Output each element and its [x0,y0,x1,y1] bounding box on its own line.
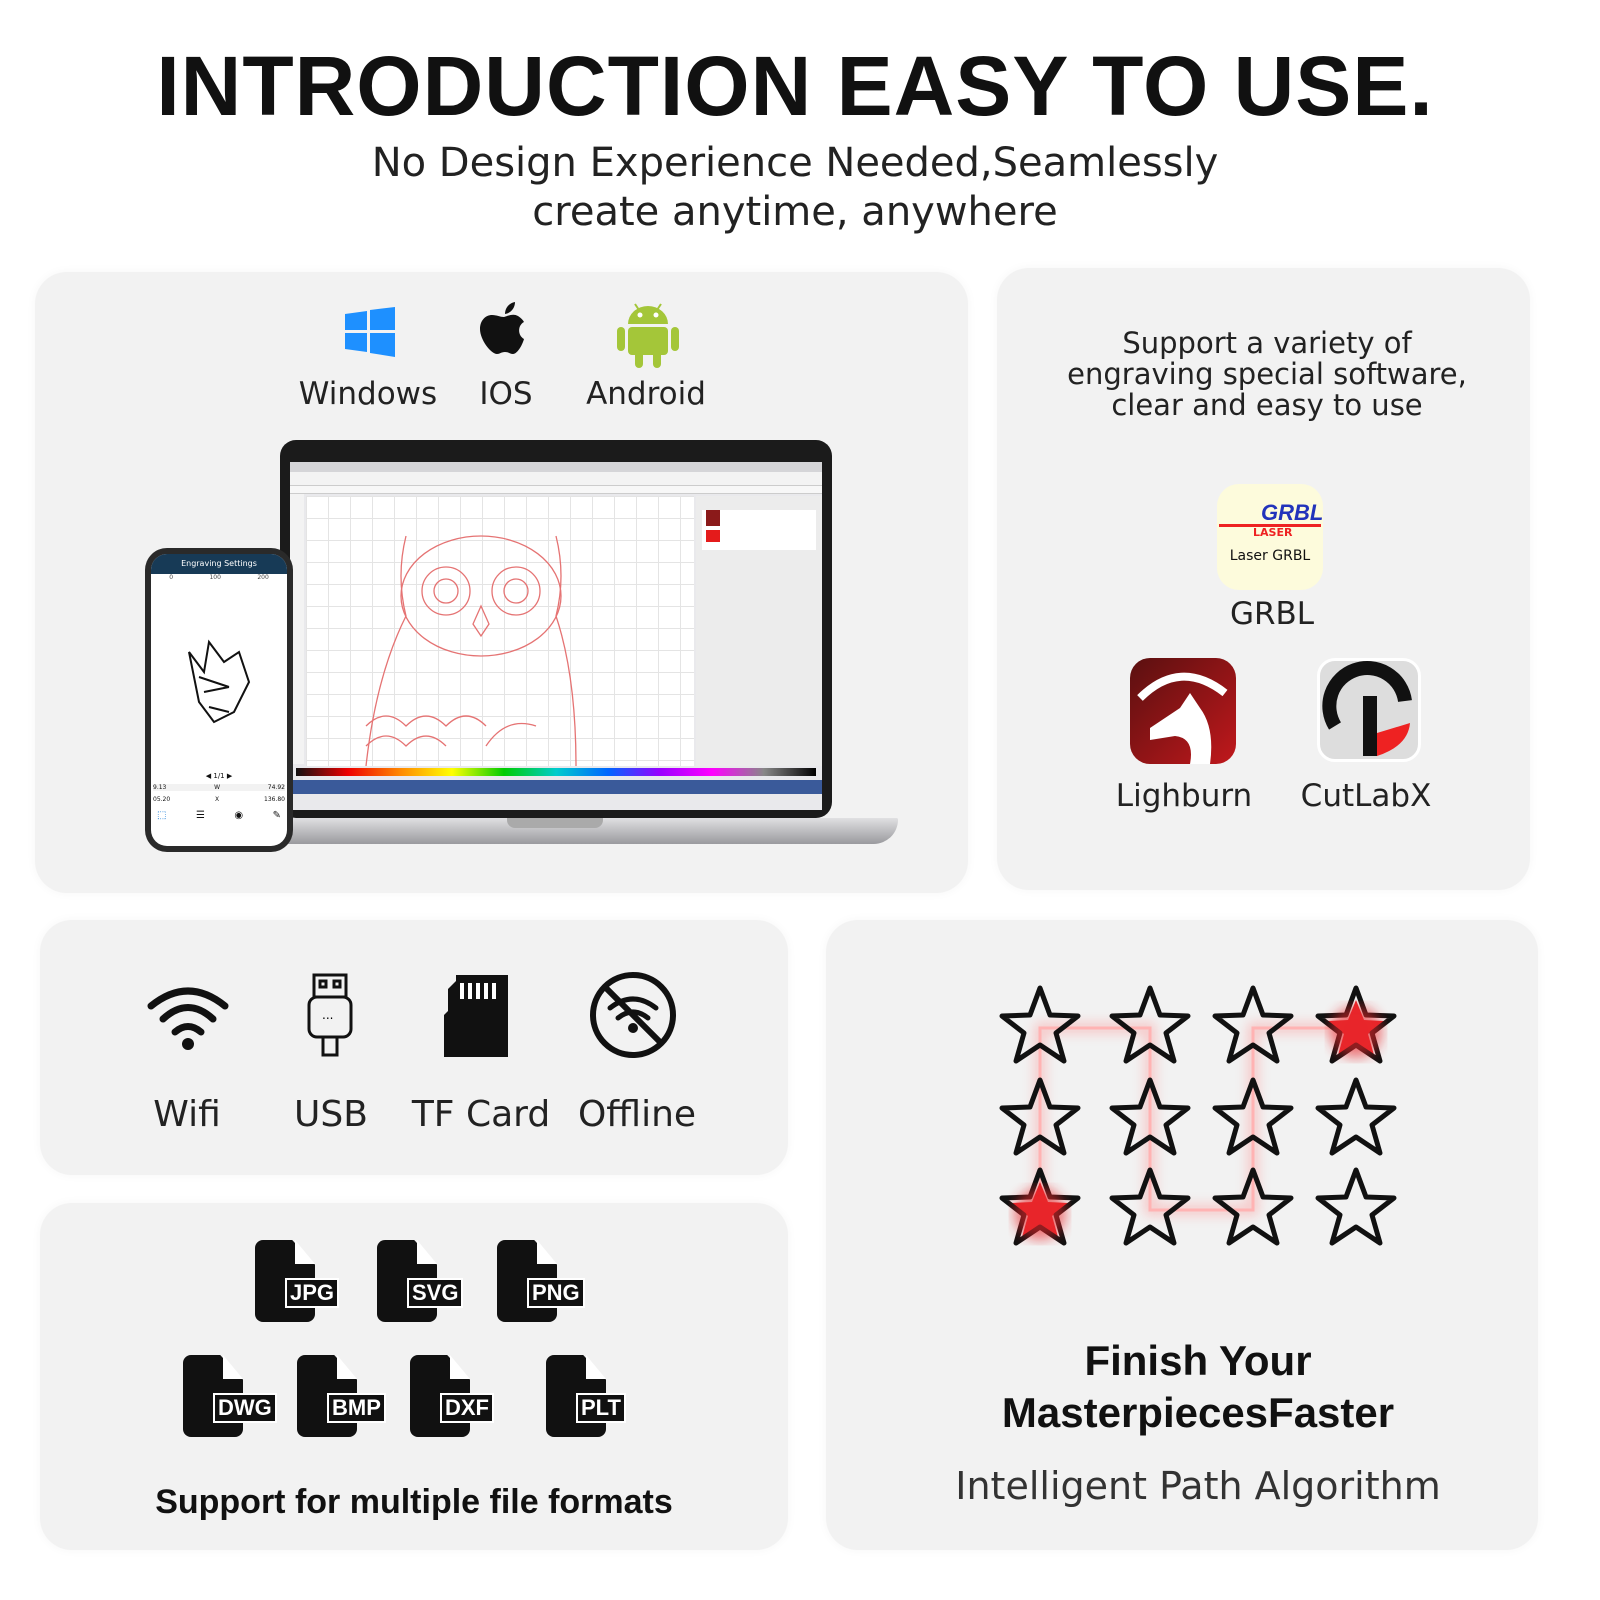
page-title: INTRODUCTION EASY TO USE. [156,39,1434,133]
offline-icon [590,972,676,1058]
file-format-label: PNG [527,1278,585,1308]
preview-icon[interactable]: ◉ [234,810,243,821]
laser-glow [1014,1188,1066,1240]
connectivity-label-wifi: Wifi [153,1094,221,1135]
subtitle-line-2: create anytime, anywhere [532,189,1058,235]
platform-label-ios: IOS [479,376,533,412]
file-format-label: BMP [327,1393,386,1423]
toolbar [290,472,822,486]
android-icon [617,303,679,368]
label-w: W [214,784,221,791]
jpg-file-icon: JPG [255,1240,340,1324]
svg-file-icon: SVG [377,1240,464,1324]
software-label-lightburn: Lighburn [1115,778,1253,814]
lightburn-logo [1130,658,1236,764]
star-path-graphic [826,920,1538,1320]
canvas[interactable] [306,496,694,767]
color-palette[interactable] [296,768,816,776]
value-y: 05.20 [153,796,171,803]
label-x: X [215,796,220,803]
laptop-screen [280,440,832,818]
file-format-label: JPG [285,1278,340,1308]
value-x[interactable]: 136.80 [264,796,285,803]
page-indicator[interactable]: ◀ 1/1 ▶ [151,772,287,780]
star-icon [1318,1080,1394,1153]
connectivity-label-offline: Offline [577,1094,697,1135]
cuts-layers-panel [696,496,822,766]
platform-label-android: Android [586,376,706,412]
phone: Engraving Settings 0 100 200 ◀ 1/1 ▶ 9.13 W… [145,548,293,852]
path-title-line: Finish Your [1084,1337,1312,1384]
ruler-tick: 200 [257,574,269,581]
description-line: clear and easy to use [1111,388,1423,422]
edit-icon[interactable]: ⬚ [157,810,166,821]
file-format-label: DWG [213,1393,277,1423]
ruler-tick: 100 [209,574,221,581]
grbl-logo-brand: GRBL [1261,500,1324,525]
wifi-icon [147,987,229,1050]
laser-path [1035,1023,1356,1215]
engrave-icon[interactable]: ✎ [273,810,281,821]
path-subtitle: Intelligent Path Algorithm [955,1464,1441,1508]
png-file-icon: PNG [497,1240,585,1324]
page-number: 1/1 [213,772,225,780]
formats-caption: Support for multiple file formats [155,1483,673,1521]
value-h: 9.13 [153,784,167,791]
laser-glow [1330,1006,1382,1058]
subtitle-line-1: No Design Experience Needed,Seamlessly [371,140,1219,186]
cutlabx-logo [1317,658,1421,762]
phone-ruler: 0 100 200 [151,574,287,581]
description-line: engraving special software, [1067,357,1467,391]
description-line: Support a variety of [1122,326,1412,360]
ruler-tick: 0 [169,574,174,581]
dxf-file-icon: DXF [410,1355,494,1439]
software-description: Support a variety of engraving special s… [997,328,1537,421]
platform-label-windows: Windows [298,376,438,412]
plt-file-icon: PLT [546,1355,630,1439]
svg-text:...: ... [322,1008,333,1022]
file-format-label: DXF [440,1393,494,1423]
bmp-file-icon: BMP [297,1355,386,1439]
star-icon [1318,1170,1394,1243]
lightburn-window [290,462,822,810]
connectivity-label-tf-card: TF Card [411,1094,551,1135]
windows-icon [345,307,395,357]
sd-card-icon [444,975,508,1057]
phone-bottom-nav: ⬚ ☰ ◉ ✎ [157,810,281,821]
connectivity-label-usb: USB [294,1094,368,1135]
owl-design [365,535,577,767]
taskbar [290,780,822,794]
file-format-label: SVG [407,1278,464,1308]
software-label-grbl: GRBL [1229,596,1315,632]
parameter-icon[interactable]: ☰ [196,810,205,821]
value-w[interactable]: 74.92 [268,784,285,791]
grbl-logo: GRBL LASER Laser GRBL [1217,484,1323,590]
grbl-logo-text: Laser GRBL [1229,548,1311,564]
cat-drawing [188,639,251,724]
software-label-cutlabx: CutLabX [1300,778,1432,814]
usb-icon: ... [307,973,353,1057]
path-title-line: MasterpiecesFaster [1001,1389,1395,1436]
grbl-logo-sub: LASER [1253,526,1293,539]
apple-icon [480,302,524,354]
dwg-file-icon: DWG [183,1355,277,1439]
path-title: Finish Your MasterpiecesFaster [826,1335,1570,1439]
phone-header: Engraving Settings [151,554,287,574]
file-format-label: PLT [576,1393,626,1423]
